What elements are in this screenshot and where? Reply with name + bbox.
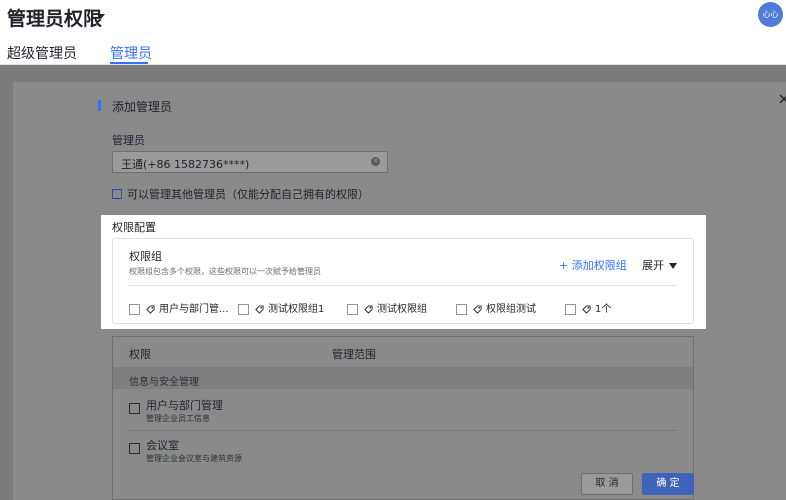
table-header-scope: 管理范围 xyxy=(332,348,376,361)
tag-icon xyxy=(582,304,591,314)
checkbox[interactable] xyxy=(347,303,358,315)
permission-group-item[interactable]: 测试权限组1 xyxy=(238,300,325,315)
row-desc: 管理企业会议室与建筑资源 xyxy=(146,454,242,463)
permission-config-label: 权限配置 xyxy=(112,221,156,234)
checkbox[interactable] xyxy=(238,303,249,315)
table-category-row xyxy=(113,367,693,389)
table-category-label: 信息与安全管理 xyxy=(129,377,199,388)
checkbox[interactable] xyxy=(456,303,467,315)
tag-icon xyxy=(473,304,482,314)
manage-others-checkbox[interactable] xyxy=(112,189,122,199)
permission-group-item[interactable]: 1个 xyxy=(565,300,612,315)
checkbox[interactable] xyxy=(565,303,576,315)
tab-super-admin[interactable]: 超级管理员 xyxy=(7,43,77,63)
expand-button[interactable]: 展开 xyxy=(642,257,677,273)
permission-group-item[interactable]: 权限组测试 xyxy=(456,300,536,315)
clear-icon[interactable]: ✕ xyxy=(371,157,380,166)
permission-group-label: 测试权限组 xyxy=(377,304,427,315)
caret-down-icon xyxy=(669,263,677,269)
admin-field-label: 管理员 xyxy=(112,134,145,147)
row-title: 用户与部门管理 xyxy=(146,399,223,412)
confirm-button[interactable]: 确 定 xyxy=(642,473,694,495)
permission-group-label: 权限组测试 xyxy=(486,304,536,315)
table-header-permission: 权限 xyxy=(129,348,151,361)
tag-icon xyxy=(364,304,373,314)
close-icon[interactable] xyxy=(778,90,786,104)
tag-icon xyxy=(146,304,155,314)
tag-icon xyxy=(255,304,264,314)
row-checkbox[interactable] xyxy=(129,443,140,454)
page-header: 管理员权限 心心 超级管理员 管理员 xyxy=(0,0,786,65)
title-dropdown-icon[interactable] xyxy=(97,14,105,19)
group-divider xyxy=(129,285,677,286)
permission-group-title: 权限组 xyxy=(129,250,162,263)
add-permission-group-button[interactable]: + 添加权限组 xyxy=(559,257,627,273)
permission-group-label: 1个 xyxy=(595,304,612,315)
checkbox[interactable] xyxy=(129,303,140,315)
section-title: 添加管理员 xyxy=(112,100,173,114)
expand-label: 展开 xyxy=(642,259,664,272)
manage-others-label: 可以管理其他管理员（仅能分配自己拥有的权限） xyxy=(127,188,369,201)
row-checkbox[interactable] xyxy=(129,403,140,414)
permission-group-desc: 权限组包含多个权限，这些权限可以一次赋予给管理员 xyxy=(129,267,321,276)
row-divider xyxy=(129,430,677,431)
row-desc: 管理企业员工信息 xyxy=(146,414,210,423)
avatar[interactable]: 心心 xyxy=(758,2,783,27)
permission-group-label: 测试权限组1 xyxy=(268,304,325,315)
admin-input[interactable]: 王通(+86 1582736****) xyxy=(112,151,388,173)
page-title: 管理员权限 xyxy=(7,8,103,30)
permission-group-item[interactable]: 用户与部门管... xyxy=(129,300,229,315)
tab-admin[interactable]: 管理员 xyxy=(110,43,152,63)
cancel-button[interactable]: 取 消 xyxy=(581,473,633,495)
section-marker xyxy=(98,100,101,111)
permission-group-item[interactable]: 测试权限组 xyxy=(347,300,427,315)
permission-group-label: 用户与部门管... xyxy=(159,304,229,315)
row-title: 会议室 xyxy=(146,439,179,452)
